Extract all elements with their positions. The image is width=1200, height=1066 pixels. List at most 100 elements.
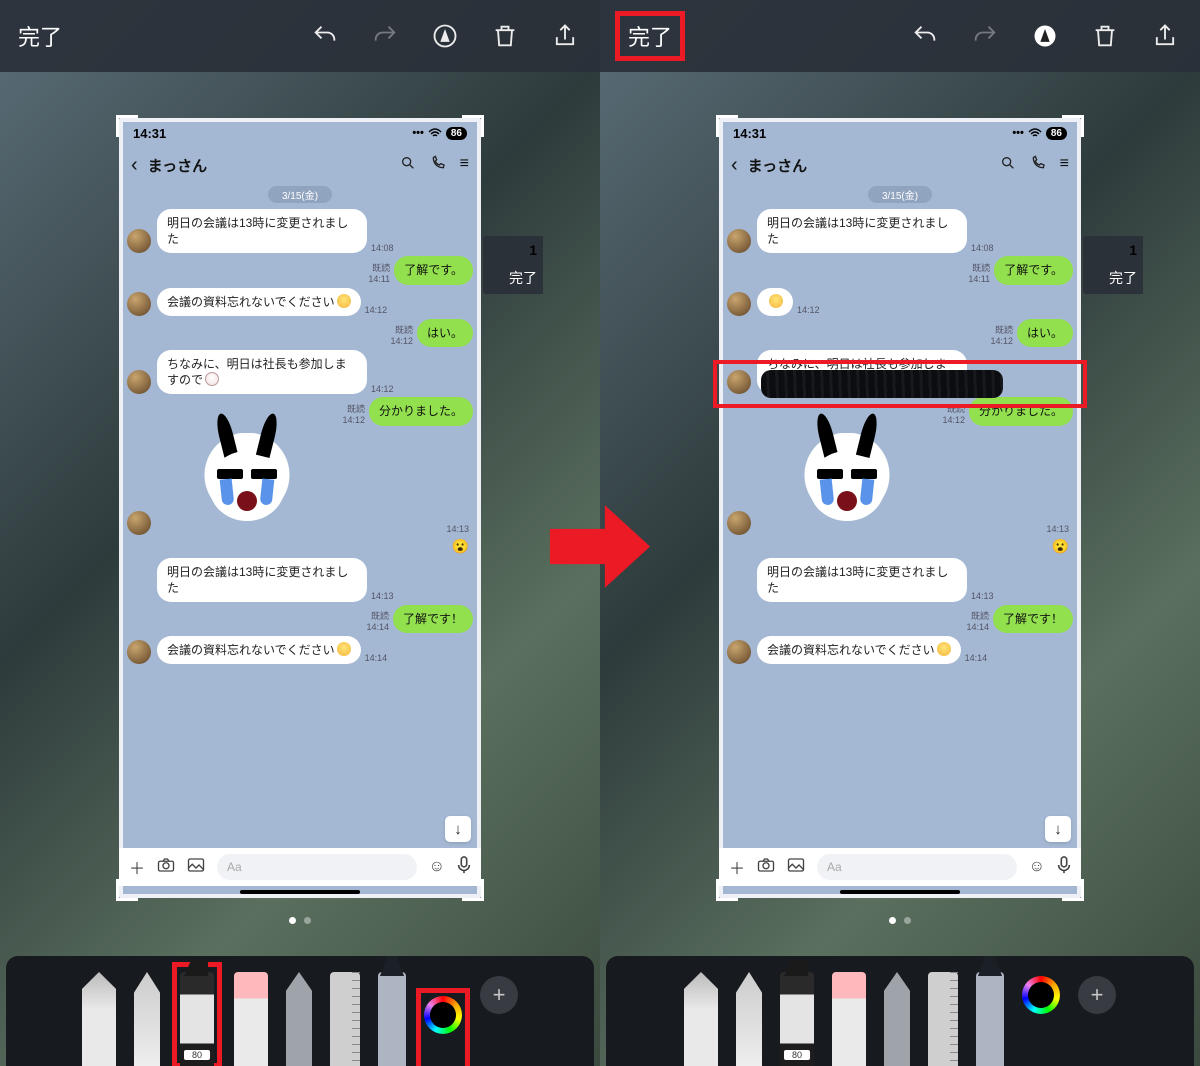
avatar <box>127 292 151 316</box>
avatar <box>727 292 751 316</box>
tool-marker[interactable] <box>780 972 814 1066</box>
received-bubble: 会議の資料忘れないでください <box>157 288 361 316</box>
black-scribble <box>761 370 1003 398</box>
camera-icon[interactable] <box>757 857 775 878</box>
avatar <box>727 640 751 664</box>
add-icon[interactable]: ＋ <box>129 855 145 879</box>
undo-icon[interactable] <box>308 19 342 53</box>
tool-eraser[interactable] <box>234 972 268 1066</box>
add-tool-button[interactable]: + <box>1078 976 1116 1014</box>
tool-pencil[interactable] <box>286 972 312 1066</box>
text-input[interactable]: Aa <box>817 854 1017 880</box>
crop-canvas[interactable]: 14:31 •••86 ‹ まっさん ≡ 3/15(金)明日の会議は13時に変更… <box>0 72 600 956</box>
redaction-highlight <box>713 360 1087 408</box>
emoji-icon[interactable]: ☺ <box>429 858 445 876</box>
color-picker[interactable] <box>1022 976 1060 1014</box>
text-input[interactable]: Aa <box>217 854 417 880</box>
menu-icon[interactable]: ≡ <box>1060 155 1069 176</box>
message-row: 既読14:14了解です！ <box>119 605 481 633</box>
tool-eraser[interactable] <box>832 972 866 1066</box>
avatar <box>127 511 151 535</box>
call-icon[interactable] <box>1030 155 1046 176</box>
trash-icon[interactable] <box>1088 19 1122 53</box>
sent-bubble: 了解です。 <box>394 256 473 284</box>
highlight-color-picker <box>416 988 470 1066</box>
contact-name: まっさん <box>148 155 207 176</box>
tool-pen[interactable] <box>684 972 718 1066</box>
back-icon[interactable]: ‹ <box>731 154 738 177</box>
message-row: 会議の資料忘れないでください14:14 <box>719 636 1081 664</box>
home-indicator <box>840 890 960 894</box>
message-row: 既読14:12はい。 <box>719 319 1081 347</box>
tool-pencil[interactable] <box>884 972 910 1066</box>
back-icon[interactable]: ‹ <box>131 154 138 177</box>
share-icon[interactable] <box>548 19 582 53</box>
sent-bubble: はい。 <box>417 319 473 347</box>
trash-icon[interactable] <box>488 19 522 53</box>
menu-icon[interactable]: ≡ <box>460 155 469 176</box>
left-panel: 完了 14:31 •••86 ‹ まっさん <box>0 0 600 1066</box>
done-button-highlighted[interactable]: 完了 <box>618 14 682 58</box>
message-row: 明日の会議は13時に変更されました14:13 <box>719 558 1081 602</box>
received-bubble <box>757 288 793 316</box>
message-row: 明日の会議は13時に変更されました14:08 <box>719 209 1081 253</box>
home-indicator <box>240 890 360 894</box>
undo-icon[interactable] <box>908 19 942 53</box>
tool-ruler[interactable] <box>928 972 958 1066</box>
crying-bunny-sticker <box>797 433 897 533</box>
markup-toolbar-right: 完了 <box>600 0 1200 72</box>
message-row: 既読14:14了解です！ <box>719 605 1081 633</box>
markup-tool-tray-right: + <box>606 956 1194 1066</box>
tool-brush[interactable] <box>378 972 406 1066</box>
call-icon[interactable] <box>430 155 446 176</box>
redo-icon <box>368 19 402 53</box>
scroll-down-button[interactable]: ↓ <box>445 816 471 842</box>
tool-marker[interactable] <box>180 972 214 1066</box>
share-icon[interactable] <box>1148 19 1182 53</box>
received-bubble: 明日の会議は13時に変更されました <box>757 558 967 602</box>
gallery-icon[interactable] <box>787 857 805 878</box>
received-bubble: 会議の資料忘れないでください <box>157 636 361 664</box>
status-bar: 14:31 •••86 <box>719 118 1081 148</box>
message-row: 明日の会議は13時に変更されました14:13 <box>119 558 481 602</box>
done-button[interactable]: 完了 <box>18 20 62 52</box>
tool-ruler[interactable] <box>330 972 360 1066</box>
tool-brush[interactable] <box>976 972 1004 1066</box>
markup-icon[interactable] <box>428 19 462 53</box>
sticker-row: 14:13 <box>119 429 481 535</box>
markup-toolbar: 完了 <box>0 0 600 72</box>
add-tool-button[interactable]: + <box>480 976 518 1014</box>
date-badge: 3/15(金) <box>868 186 932 203</box>
avatar <box>727 229 751 253</box>
chat-header: ‹ まっさん ≡ <box>119 148 481 182</box>
camera-icon[interactable] <box>157 857 175 878</box>
mic-icon[interactable] <box>1057 856 1071 879</box>
received-bubble: 明日の会議は13時に変更されました <box>157 209 367 253</box>
gallery-icon[interactable] <box>187 857 205 878</box>
scroll-down-button[interactable]: ↓ <box>1045 816 1071 842</box>
message-row: 明日の会議は13時に変更されました14:08 <box>119 209 481 253</box>
tool-pen[interactable] <box>82 972 116 1066</box>
date-badge: 3/15(金) <box>268 186 332 203</box>
avatar <box>127 229 151 253</box>
search-icon[interactable] <box>1000 155 1016 176</box>
mic-icon[interactable] <box>457 856 471 879</box>
screenshot-right: 14:31 •••86 ‹ まっさん ≡ 3/15(金)明日の会議は13時に変更… <box>719 118 1081 898</box>
emoji-icon[interactable]: ☺ <box>1029 858 1045 876</box>
message-row: 会議の資料忘れないでください14:14 <box>119 636 481 664</box>
tool-fineliner[interactable] <box>736 972 762 1066</box>
received-bubble: 明日の会議は13時に変更されました <box>757 209 967 253</box>
search-icon[interactable] <box>400 155 416 176</box>
avatar <box>727 511 751 535</box>
message-row: 14:12 <box>719 288 1081 316</box>
tool-fineliner[interactable] <box>134 972 160 1066</box>
avatar <box>127 640 151 664</box>
add-icon[interactable]: ＋ <box>729 855 745 879</box>
chat-body-right: 3/15(金)明日の会議は13時に変更されました14:08既読14:11了解です… <box>719 182 1081 848</box>
markup-icon[interactable] <box>1028 19 1062 53</box>
received-bubble: ちなみに、明日は社長も参加しますので <box>157 350 367 394</box>
screenshot: 14:31 •••86 ‹ まっさん ≡ 3/15(金)明日の会議は13時に変更… <box>119 118 481 898</box>
sent-bubble: はい。 <box>1017 319 1073 347</box>
sticker-row: 14:13 <box>719 429 1081 535</box>
crop-canvas-right[interactable]: 14:31 •••86 ‹ まっさん ≡ 3/15(金)明日の会議は13時に変更… <box>600 72 1200 956</box>
